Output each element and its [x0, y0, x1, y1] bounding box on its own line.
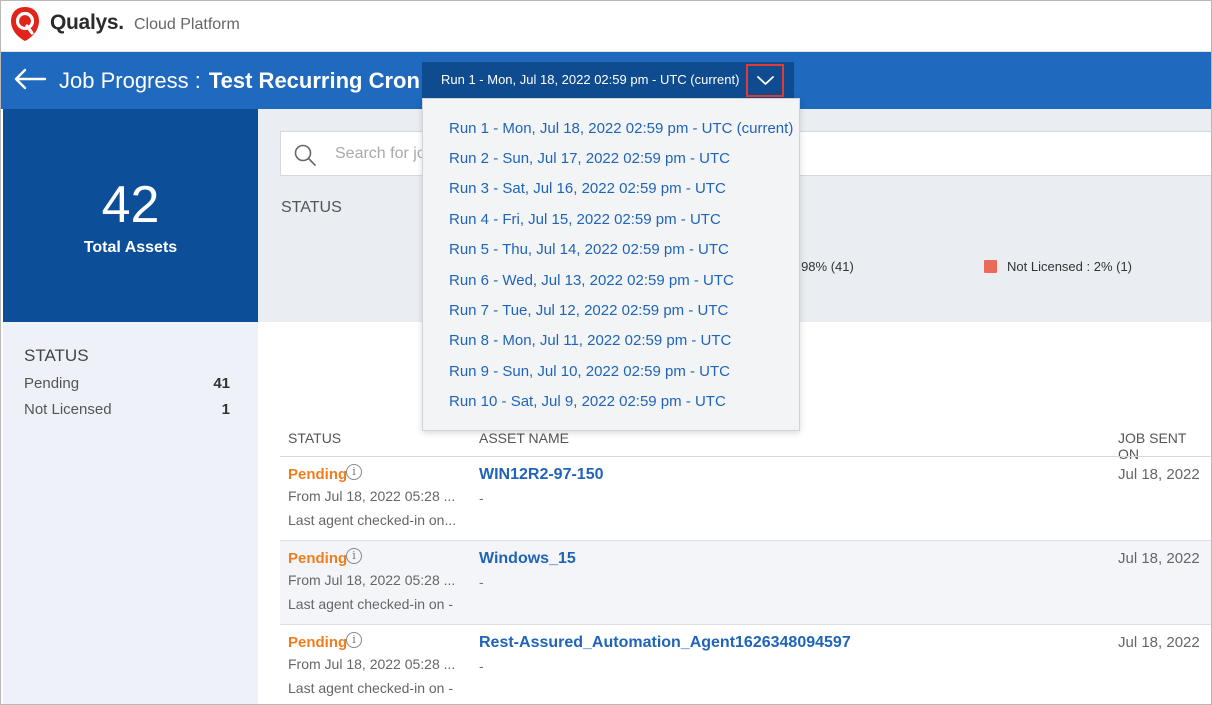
column-header-status[interactable]: STATUS: [288, 430, 341, 446]
run-option-9[interactable]: Run 9 - Sun, Jul 10, 2022 02:59 pm - UTC: [449, 363, 730, 380]
total-assets-tile: 42 Total Assets: [3, 109, 258, 322]
run-option-2[interactable]: Run 2 - Sun, Jul 17, 2022 02:59 pm - UTC: [449, 150, 730, 167]
chevron-down-icon: [757, 76, 774, 85]
search-input[interactable]: Search for jo: [335, 145, 426, 163]
info-icon[interactable]: i: [346, 632, 362, 648]
run-option-10[interactable]: Run 10 - Sat, Jul 9, 2022 02:59 pm - UTC: [449, 393, 726, 410]
total-assets-label: Total Assets: [83, 239, 178, 256]
status-filter-count: 1: [221, 401, 230, 418]
info-icon[interactable]: i: [346, 464, 362, 480]
row-status: Pending: [288, 550, 348, 567]
status-filter-label: Pending: [24, 375, 80, 392]
row-from: From Jul 18, 2022 05:28 ...: [288, 488, 456, 504]
run-dropdown-toggle[interactable]: [746, 64, 784, 97]
job-name: Test Recurring Cron: [208, 68, 420, 93]
run-option-6[interactable]: Run 6 - Wed, Jul 13, 2022 02:59 pm - UTC: [449, 272, 734, 289]
back-arrow-icon[interactable]: [13, 66, 47, 92]
page-title-label: Job Progress :: [59, 68, 201, 93]
selected-run-label: Run 1 - Mon, Jul 18, 2022 02:59 pm - UTC…: [441, 72, 740, 87]
row-asset-sub: -: [479, 658, 484, 674]
status-filter-not-licensed[interactable]: Not Licensed 1: [24, 401, 230, 418]
search-icon: [294, 144, 316, 166]
run-option-4[interactable]: Run 4 - Fri, Jul 15, 2022 02:59 pm - UTC: [449, 211, 721, 228]
row-job-sent: Jul 18, 2022: [1118, 466, 1200, 483]
table-row[interactable]: Pending i From Jul 18, 2022 05:28 ... La…: [280, 625, 1211, 704]
row-asset-link[interactable]: WIN12R2-97-150: [479, 466, 604, 484]
status-filter-title: STATUS: [24, 346, 89, 365]
page-title: Job Progress : Test Recurring Cron: [59, 68, 420, 94]
status-filter-pending[interactable]: Pending 41: [24, 375, 230, 392]
row-job-sent: Jul 18, 2022: [1118, 550, 1200, 567]
row-last-checkin: Last agent checked-in on...: [288, 512, 457, 528]
legend-swatch-icon: [984, 260, 997, 273]
table-row[interactable]: Pending i From Jul 18, 2022 05:28 ... La…: [280, 457, 1211, 541]
status-filter-panel: STATUS Pending 41 Not Licensed 1: [3, 322, 258, 704]
row-asset-link[interactable]: Windows_15: [479, 550, 576, 568]
status-filter-count: 41: [213, 375, 230, 392]
run-option-1[interactable]: Run 1 - Mon, Jul 18, 2022 02:59 pm - UTC…: [449, 120, 793, 137]
column-header-asset-name[interactable]: ASSET NAME: [479, 430, 569, 446]
total-assets-count: 42: [101, 176, 160, 234]
row-from: From Jul 18, 2022 05:28 ...: [288, 656, 456, 672]
row-last-checkin: Last agent checked-in on -: [288, 680, 453, 696]
row-status: Pending: [288, 466, 348, 483]
row-asset-link[interactable]: Rest-Assured_Automation_Agent16263480945…: [479, 634, 851, 652]
brand-bar: Qualys. Cloud Platform: [1, 1, 1211, 52]
run-option-8[interactable]: Run 8 - Mon, Jul 11, 2022 02:59 pm - UTC: [449, 332, 731, 349]
row-asset-sub: -: [479, 574, 484, 590]
run-option-7[interactable]: Run 7 - Tue, Jul 12, 2022 02:59 pm - UTC: [449, 302, 728, 319]
run-option-3[interactable]: Run 3 - Sat, Jul 16, 2022 02:59 pm - UTC: [449, 180, 726, 197]
app-window: Qualys. Cloud Platform Job Progress : Tes…: [0, 0, 1212, 705]
legend-not-licensed: Not Licensed : 2% (1): [984, 259, 1132, 274]
brand-subtitle: Cloud Platform: [134, 16, 240, 33]
brand-name: Qualys.: [50, 11, 124, 34]
info-icon[interactable]: i: [346, 548, 362, 564]
row-job-sent: Jul 18, 2022: [1118, 634, 1200, 651]
table-row[interactable]: Pending i From Jul 18, 2022 05:28 ... La…: [280, 541, 1211, 625]
row-asset-sub: -: [479, 490, 484, 506]
row-status: Pending: [288, 634, 348, 651]
run-dropdown-menu: Run 1 - Mon, Jul 18, 2022 02:59 pm - UTC…: [422, 98, 800, 431]
status-filter-label: Not Licensed: [24, 401, 112, 418]
row-from: From Jul 18, 2022 05:28 ...: [288, 572, 456, 588]
qualys-logo-icon: [11, 7, 39, 41]
run-selector[interactable]: Run 1 - Mon, Jul 18, 2022 02:59 pm - UTC…: [422, 62, 794, 99]
run-option-5[interactable]: Run 5 - Thu, Jul 14, 2022 02:59 pm - UTC: [449, 241, 729, 258]
status-chart-title: STATUS: [281, 199, 342, 216]
row-last-checkin: Last agent checked-in on -: [288, 596, 453, 612]
legend-not-licensed-label: Not Licensed : 2% (1): [1007, 259, 1133, 274]
